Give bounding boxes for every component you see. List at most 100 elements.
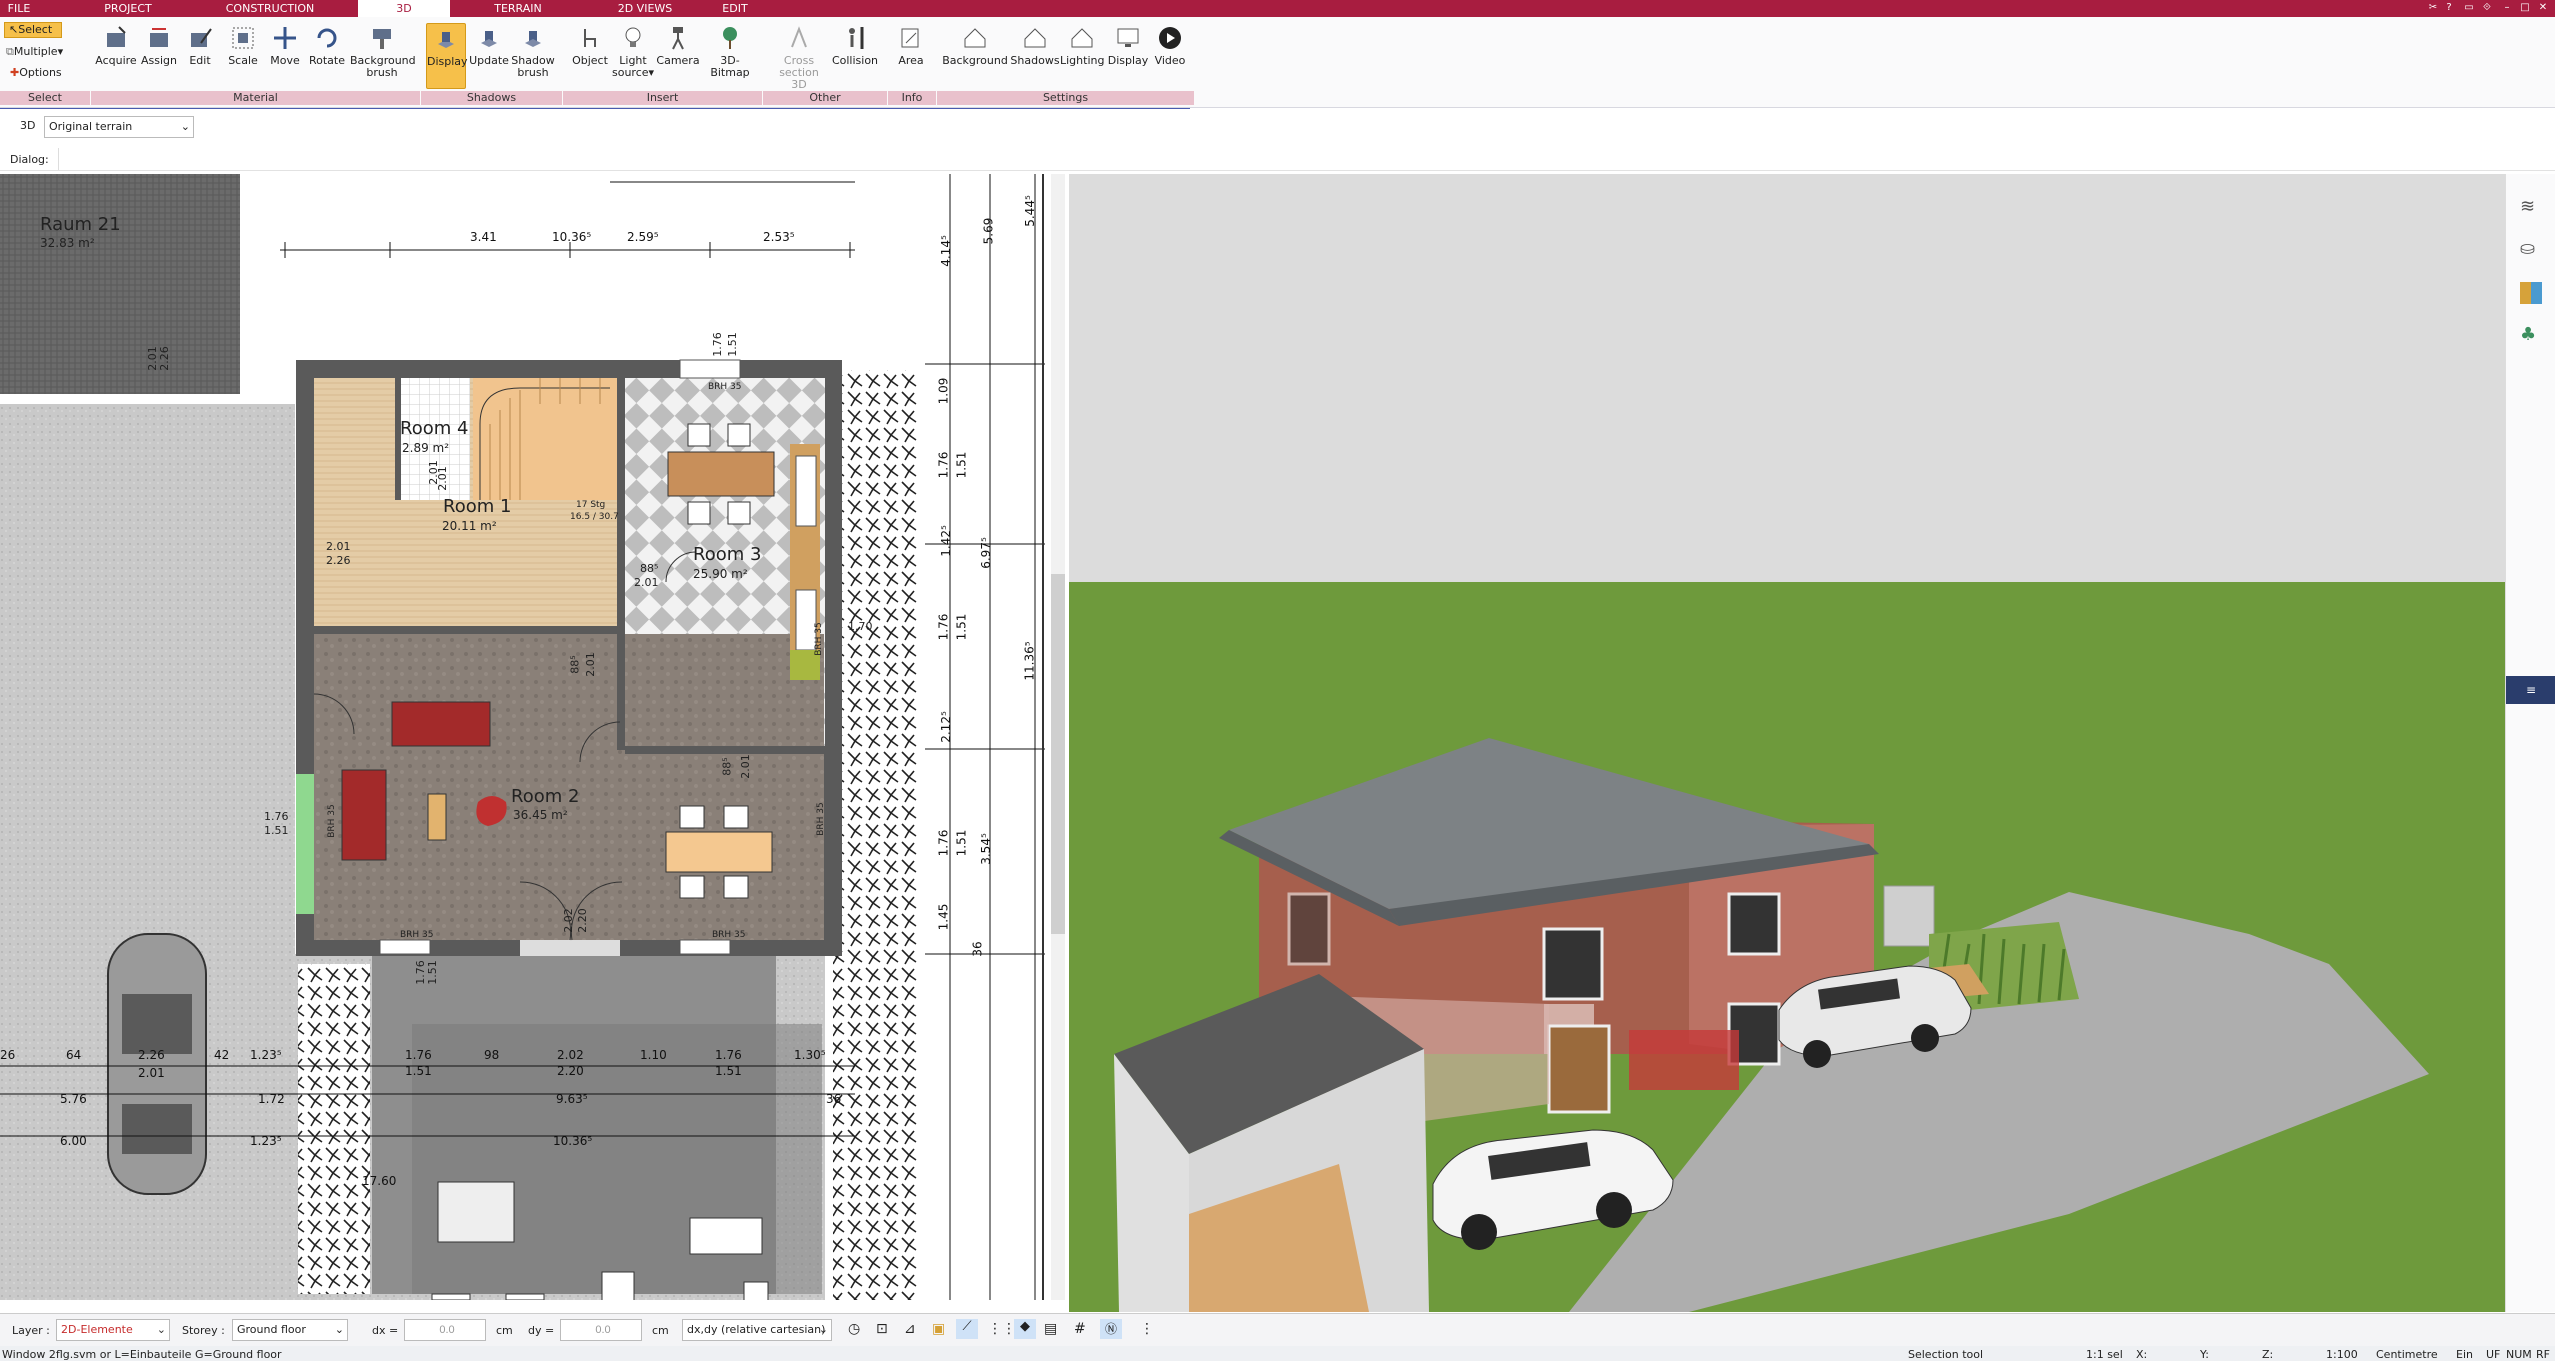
layer-label: Layer : (12, 1324, 50, 1337)
3d-view[interactable] (1069, 174, 2505, 1312)
update-button[interactable]: Update (468, 25, 510, 67)
app-window: FILE PROJECT CONSTRUCTION 3D TERRAIN 2D … (0, 0, 2555, 1361)
more-icon[interactable]: ⋮ (1140, 1321, 1154, 1337)
status-bar: Layer : 2D-Elemente ⌄ Storey : Ground flo… (0, 1313, 2555, 1346)
tab-construction[interactable]: CONSTRUCTION (220, 0, 320, 17)
move-button[interactable]: Move (270, 25, 300, 67)
storey-select[interactable]: Ground floor ⌄ (232, 1319, 348, 1341)
shadow-brush-button[interactable]: Shadow brush (510, 25, 556, 79)
tab-file[interactable]: FILE (4, 0, 34, 17)
display-button[interactable]: Display (1106, 25, 1150, 67)
dy-input[interactable] (560, 1319, 642, 1341)
scale-status: 1:100 (2326, 1348, 2358, 1361)
fill-icon[interactable]: ◆ (1014, 1319, 1036, 1339)
layer-select[interactable]: 2D-Elemente ⌄ (56, 1319, 170, 1341)
dimension-label: 2.02 (561, 908, 575, 933)
tab-project[interactable]: PROJECT (100, 0, 156, 17)
north-icon[interactable]: Ⓝ (1100, 1319, 1122, 1339)
layer-icon[interactable]: ▣ (932, 1321, 945, 1337)
acquire-button[interactable]: Acquire (95, 25, 137, 67)
scale-button[interactable]: Scale (228, 25, 258, 67)
car-plan (107, 933, 207, 1195)
dimension-label: 2.26 (157, 346, 171, 371)
x-coordinate: X: (2136, 1348, 2148, 1361)
chair-icon[interactable]: ⛀ (2520, 238, 2535, 259)
terrain-select[interactable]: Original terrain ⌄ (44, 116, 194, 138)
dimension-label: 1.51 (725, 332, 739, 357)
select-button[interactable]: ↖Select (4, 22, 62, 38)
group-insert: Insert (563, 91, 762, 105)
tab-terrain[interactable]: TERRAIN (488, 0, 548, 17)
dimension-label: 2.01 (138, 1066, 165, 1080)
cursor-icon: ↖ (9, 23, 19, 36)
room-label[interactable]: Room 4 (400, 418, 468, 439)
units-status: Centimetre (2376, 1348, 2438, 1361)
close-icon[interactable]: ✕ (2536, 1, 2550, 15)
room-label[interactable]: Room 1 (443, 496, 511, 517)
grid-icon[interactable]: # (1074, 1321, 1086, 1337)
dimension-label: 2.20 (575, 908, 589, 933)
snap-icon[interactable]: ⊡ (876, 1321, 888, 1337)
dx-input[interactable] (404, 1319, 486, 1341)
z-coordinate: Z: (2262, 1348, 2274, 1361)
hatch-icon[interactable]: ▤ (1044, 1321, 1057, 1337)
help-icon[interactable]: ? (2442, 1, 2456, 15)
multiple-button[interactable]: ⧉Multiple▾ (6, 45, 63, 59)
room-label[interactable]: Raum 21 (40, 214, 121, 235)
area-button[interactable]: Area (896, 25, 926, 67)
grid-snap-icon[interactable]: ⋮⋮ (988, 1321, 1016, 1337)
cross-section-button[interactable]: Cross section 3D (770, 25, 828, 91)
options-button[interactable]: ✚Options (10, 66, 62, 79)
background-brush-button[interactable]: Background brush (350, 25, 416, 79)
materials-icon[interactable] (2520, 282, 2542, 304)
restore-icon[interactable]: ▭ (2462, 1, 2476, 15)
display-shadow-icon (438, 32, 454, 48)
clock-icon[interactable]: ◷ (848, 1321, 860, 1337)
camera-icon (672, 27, 684, 50)
panel-toggle-icon[interactable]: ≡ (2506, 676, 2555, 704)
dimension-label: 1.72 (258, 1092, 285, 1106)
video-button[interactable]: Video (1152, 25, 1188, 67)
rotate-button[interactable]: Rotate (308, 25, 346, 67)
options-icon: ✚ (10, 66, 20, 79)
ortho-icon[interactable]: ⟋ (956, 1319, 978, 1339)
room-label[interactable]: Room 3 (693, 544, 761, 565)
room-label[interactable]: Room 2 (511, 786, 579, 807)
light-source-button[interactable]: Light source▾ (612, 25, 654, 79)
collision-button[interactable]: Collision (830, 25, 880, 67)
dimension-label: 26 (0, 1048, 16, 1062)
tools-icon[interactable]: ✂ (2426, 1, 2440, 15)
dimension-label: 10.36⁵ (552, 230, 592, 244)
insert-object-button[interactable]: Object (570, 25, 610, 67)
dimension-label: 17.60 (362, 1174, 397, 1188)
pin-icon[interactable]: ⟐ (2480, 1, 2494, 15)
tree-icon[interactable]: ♣ (2520, 324, 2536, 345)
window-label: BRH 35 (326, 804, 337, 838)
tab-2d-views[interactable]: 2D VIEWS (608, 0, 682, 17)
view-toolbar: 3D Original terrain ⌄ (0, 115, 200, 139)
group-shadows: Shadows (421, 91, 562, 105)
shadows-button[interactable]: Shadows (1010, 25, 1060, 67)
dimension-label: 10.36⁵ (553, 1134, 593, 1148)
assign-button[interactable]: Assign (140, 25, 178, 67)
minimize-icon[interactable]: – (2500, 1, 2514, 15)
dimension-label: 1.51 (405, 1064, 432, 1078)
move-icon (274, 27, 296, 49)
coordinate-mode-select[interactable]: dx,dy (relative cartesian) ⌄ (682, 1319, 832, 1341)
dimension-label: 2.53⁵ (763, 230, 795, 244)
display-shadows-button[interactable]: Display (426, 23, 468, 89)
3d-bitmap-button[interactable]: 3D-Bitmap (702, 25, 758, 79)
maximize-icon[interactable]: □ (2518, 1, 2532, 15)
tab-edit[interactable]: EDIT (718, 0, 752, 17)
edit-button[interactable]: Edit (186, 25, 214, 67)
dimension-label: 2.26 (138, 1048, 165, 1062)
measure-icon[interactable]: ⊿ (904, 1321, 916, 1337)
room-area: 20.11 m² (442, 519, 497, 533)
floor-plan-view[interactable]: Raum 21 32.83 m² Room 4 2.89 m² Room 1 2… (0, 174, 1065, 1300)
background-button[interactable]: Background (942, 25, 1008, 67)
camera-button[interactable]: Camera (656, 25, 700, 67)
edit-icon (191, 28, 212, 47)
lighting-button[interactable]: Lighting (1060, 25, 1104, 67)
layers-icon[interactable]: ≋ (2520, 196, 2535, 217)
room-area: 32.83 m² (40, 236, 95, 250)
